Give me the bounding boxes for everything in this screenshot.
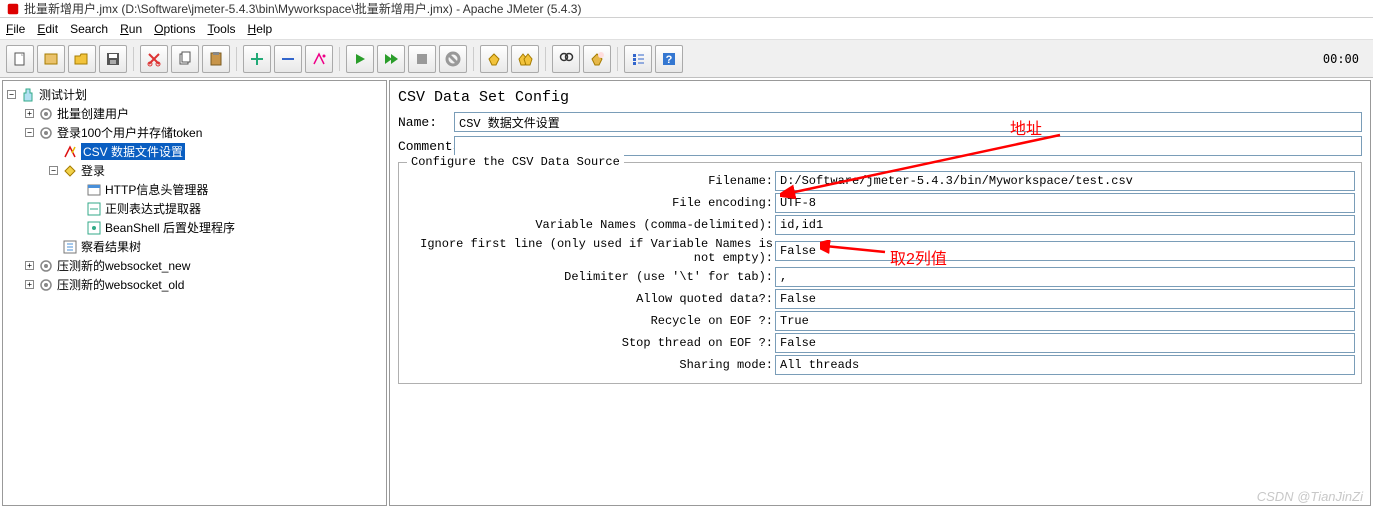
comments-label: Comments: [398, 139, 454, 154]
menu-search[interactable]: Search [70, 22, 108, 36]
new-button[interactable] [6, 45, 34, 73]
search-button[interactable] [552, 45, 580, 73]
toggle-button[interactable] [305, 45, 333, 73]
quoted-select[interactable] [775, 289, 1355, 309]
shutdown-button[interactable] [439, 45, 467, 73]
testplan-icon [20, 87, 36, 103]
copy-button[interactable] [171, 45, 199, 73]
menu-tools[interactable]: Tools [208, 22, 236, 36]
tree-node-login[interactable]: 登录 [81, 162, 105, 179]
tree-toggle-icon[interactable]: + [25, 109, 34, 118]
tree-node-results[interactable]: 察看结果树 [81, 238, 141, 255]
name-input[interactable] [454, 112, 1362, 132]
open-button[interactable] [68, 45, 96, 73]
expand-button[interactable] [243, 45, 271, 73]
varnames-input[interactable] [775, 215, 1355, 235]
regex-extractor-icon [86, 201, 102, 217]
csv-config-fieldset: Configure the CSV Data Source Filename: … [398, 162, 1362, 384]
panel-title: CSV Data Set Config [398, 89, 1362, 106]
menu-run[interactable]: Run [120, 22, 142, 36]
encoding-label: File encoding: [405, 196, 775, 210]
app-icon [6, 2, 20, 16]
stop-label: Stop thread on EOF ?: [405, 336, 775, 350]
window-title: 批量新增用户.jmx (D:\Software\jmeter-5.4.3\bin… [24, 0, 581, 17]
csv-config-icon [62, 144, 78, 160]
menu-options[interactable]: Options [154, 22, 195, 36]
filename-label: Filename: [405, 174, 775, 188]
window-titlebar: 批量新增用户.jmx (D:\Software\jmeter-5.4.3\bin… [0, 0, 1373, 18]
watermark: CSDN @TianJinZi [1257, 489, 1363, 504]
threadgroup-icon [38, 125, 54, 141]
save-button[interactable] [99, 45, 127, 73]
tree-node-root[interactable]: 测试计划 [39, 86, 87, 103]
tree-node-regex[interactable]: 正则表达式提取器 [105, 200, 201, 217]
clear-all-button[interactable] [511, 45, 539, 73]
recycle-select[interactable] [775, 311, 1355, 331]
tree-node-beanshell[interactable]: BeanShell 后置处理程序 [105, 219, 235, 236]
sharing-label: Sharing mode: [405, 358, 775, 372]
menu-file[interactable]: File [6, 22, 25, 36]
tree-node-csv[interactable]: CSV 数据文件设置 [81, 143, 185, 160]
comments-input[interactable] [454, 136, 1362, 156]
tree-node-tg1[interactable]: 批量创建用户 [57, 105, 129, 122]
paste-button[interactable] [202, 45, 230, 73]
reset-search-button[interactable] [583, 45, 611, 73]
menu-help[interactable]: Help [248, 22, 273, 36]
sampler-icon [62, 163, 78, 179]
svg-text:?: ? [666, 54, 673, 66]
tree-node-ws-new[interactable]: 压测新的websocket_new [57, 257, 190, 274]
menubar: File Edit Search Run Options Tools Help [0, 18, 1373, 40]
filename-input[interactable] [775, 171, 1355, 191]
stop-button[interactable] [408, 45, 436, 73]
threadgroup-icon [38, 277, 54, 293]
function-helper-button[interactable] [624, 45, 652, 73]
menu-edit[interactable]: Edit [37, 22, 58, 36]
collapse-button[interactable] [274, 45, 302, 73]
start-button[interactable] [346, 45, 374, 73]
clear-button[interactable] [480, 45, 508, 73]
threadgroup-icon [38, 106, 54, 122]
beanshell-icon [86, 220, 102, 236]
config-panel: CSV Data Set Config Name: Comments: Conf… [389, 80, 1371, 506]
start-notimers-button[interactable] [377, 45, 405, 73]
tree-toggle-icon[interactable]: + [25, 261, 34, 270]
help-button[interactable]: ? [655, 45, 683, 73]
header-manager-icon [86, 182, 102, 198]
tree-toggle-icon[interactable]: + [25, 280, 34, 289]
delimiter-input[interactable] [775, 267, 1355, 287]
fieldset-legend: Configure the CSV Data Source [407, 155, 624, 169]
tree-node-tg2[interactable]: 登录100个用户并存储token [57, 124, 202, 141]
tree-toggle-icon[interactable]: − [49, 166, 58, 175]
sharing-select[interactable] [775, 355, 1355, 375]
cut-button[interactable] [140, 45, 168, 73]
templates-button[interactable] [37, 45, 65, 73]
test-plan-tree[interactable]: − 测试计划 + 批量创建用户 − 登录100个用户并存储token CSV 数… [2, 80, 387, 506]
varnames-label: Variable Names (comma-delimited): [405, 218, 775, 232]
tree-node-header[interactable]: HTTP信息头管理器 [105, 181, 208, 198]
ignore-label: Ignore first line (only used if Variable… [405, 237, 775, 265]
threadgroup-icon [38, 258, 54, 274]
name-label: Name: [398, 115, 454, 130]
tree-toggle-icon[interactable]: − [7, 90, 16, 99]
delimiter-label: Delimiter (use '\t' for tab): [405, 270, 775, 284]
toolbar: ? 00:00 [0, 40, 1373, 78]
quoted-label: Allow quoted data?: [405, 292, 775, 306]
results-tree-icon [62, 239, 78, 255]
recycle-label: Recycle on EOF ?: [405, 314, 775, 328]
ignore-first-select[interactable] [775, 241, 1355, 261]
stop-select[interactable] [775, 333, 1355, 353]
tree-toggle-icon[interactable]: − [25, 128, 34, 137]
tree-node-ws-old[interactable]: 压测新的websocket_old [57, 276, 184, 293]
elapsed-time: 00:00 [1323, 52, 1359, 66]
encoding-input[interactable] [775, 193, 1355, 213]
